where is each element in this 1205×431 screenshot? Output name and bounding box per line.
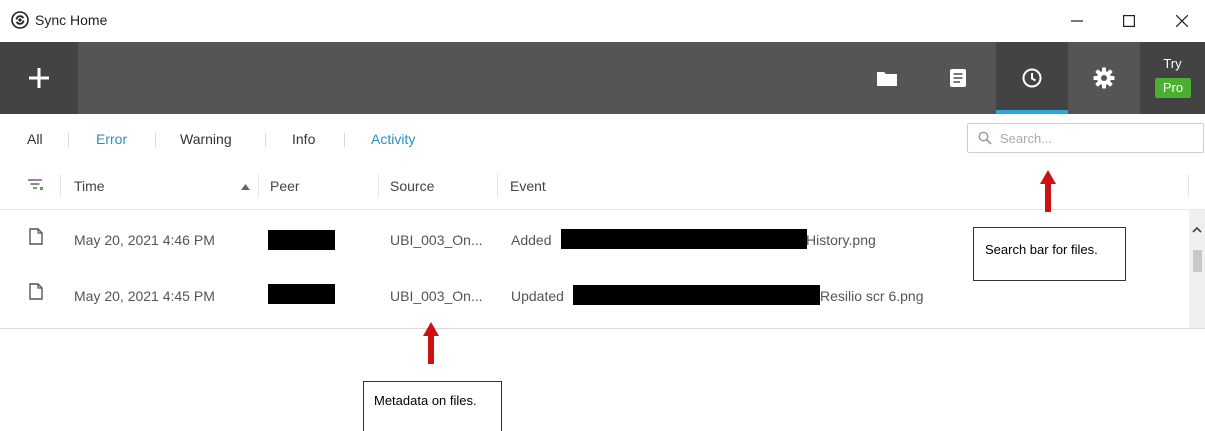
table-header: Time Peer Source Event xyxy=(0,164,1205,210)
try-pro-button[interactable]: Try Pro xyxy=(1140,42,1205,114)
filter-tab-warning[interactable]: Warning xyxy=(180,131,232,147)
maximize-button[interactable] xyxy=(1106,6,1152,36)
divider xyxy=(344,133,345,147)
folder-icon xyxy=(877,72,897,86)
search-box[interactable] xyxy=(967,123,1204,153)
row-event-file: Resilio scr 6.png xyxy=(820,288,924,304)
redacted-path xyxy=(561,229,807,249)
metadata-annotation-text: Metadata on files. xyxy=(374,393,477,408)
column-divider xyxy=(497,174,498,198)
red-arrow-icon xyxy=(1040,170,1056,212)
search-annotation-callout: Search bar for files. xyxy=(973,227,1126,281)
folders-button[interactable] xyxy=(851,42,923,114)
column-header-time[interactable]: Time xyxy=(74,178,105,194)
row-event-action: Added xyxy=(511,232,552,248)
title-bar: Sync Home xyxy=(0,0,1205,42)
row-time: May 20, 2021 4:46 PM xyxy=(74,232,215,248)
maximize-icon xyxy=(1123,15,1135,27)
close-icon xyxy=(1176,15,1188,27)
file-icon xyxy=(29,228,43,245)
try-label: Try xyxy=(1163,56,1182,71)
pro-badge: Pro xyxy=(1155,78,1191,98)
clock-icon xyxy=(1022,68,1042,88)
plus-icon xyxy=(29,68,49,88)
filter-icon[interactable] xyxy=(28,178,44,192)
row-source: UBI_003_On... xyxy=(390,288,483,304)
table-bottom-border xyxy=(0,328,1205,329)
minimize-icon xyxy=(1071,20,1083,22)
filter-tab-error[interactable]: Error xyxy=(96,131,127,147)
sync-app-icon xyxy=(11,11,29,29)
transfers-button[interactable] xyxy=(922,42,994,114)
row-time: May 20, 2021 4:45 PM xyxy=(74,288,215,304)
divider xyxy=(155,133,156,147)
column-divider xyxy=(378,174,379,198)
file-icon xyxy=(29,283,43,300)
row-event-file: History.png xyxy=(806,232,876,248)
main-toolbar: Try Pro xyxy=(0,42,1205,114)
filter-tab-all[interactable]: All xyxy=(27,131,43,147)
search-annotation-text: Search bar for files. xyxy=(985,242,1098,257)
column-divider xyxy=(60,174,61,198)
minimize-button[interactable] xyxy=(1054,6,1100,36)
window-title: Sync Home xyxy=(35,12,108,28)
metadata-annotation-callout: Metadata on files. xyxy=(363,381,502,431)
column-divider xyxy=(1188,174,1189,198)
column-header-event[interactable]: Event xyxy=(510,178,546,194)
search-input[interactable] xyxy=(1000,129,1190,147)
divider xyxy=(68,133,69,147)
column-header-peer[interactable]: Peer xyxy=(270,178,300,194)
redacted-path xyxy=(573,285,820,305)
filter-bar: All Error Warning Info Activity xyxy=(0,114,1205,165)
scrollbar-thumb[interactable] xyxy=(1193,250,1202,272)
redacted-peer xyxy=(268,284,335,304)
red-arrow-icon xyxy=(423,322,439,364)
add-folder-button[interactable] xyxy=(0,42,78,114)
column-header-source[interactable]: Source xyxy=(390,178,434,194)
filter-tab-info[interactable]: Info xyxy=(292,131,315,147)
sort-ascending-icon[interactable] xyxy=(241,184,250,190)
document-list-icon xyxy=(950,69,966,87)
history-button[interactable] xyxy=(996,42,1068,114)
vertical-scrollbar[interactable] xyxy=(1189,210,1205,328)
row-event-action: Updated xyxy=(511,288,564,304)
chevron-up-icon[interactable] xyxy=(1192,226,1202,233)
gear-icon xyxy=(1093,67,1115,89)
divider xyxy=(265,133,266,147)
close-button[interactable] xyxy=(1159,6,1205,36)
column-divider xyxy=(258,174,259,198)
redacted-peer xyxy=(268,230,335,250)
row-source: UBI_003_On... xyxy=(390,232,483,248)
search-icon xyxy=(978,131,992,145)
settings-button[interactable] xyxy=(1068,42,1140,114)
filter-tab-activity[interactable]: Activity xyxy=(371,131,415,147)
